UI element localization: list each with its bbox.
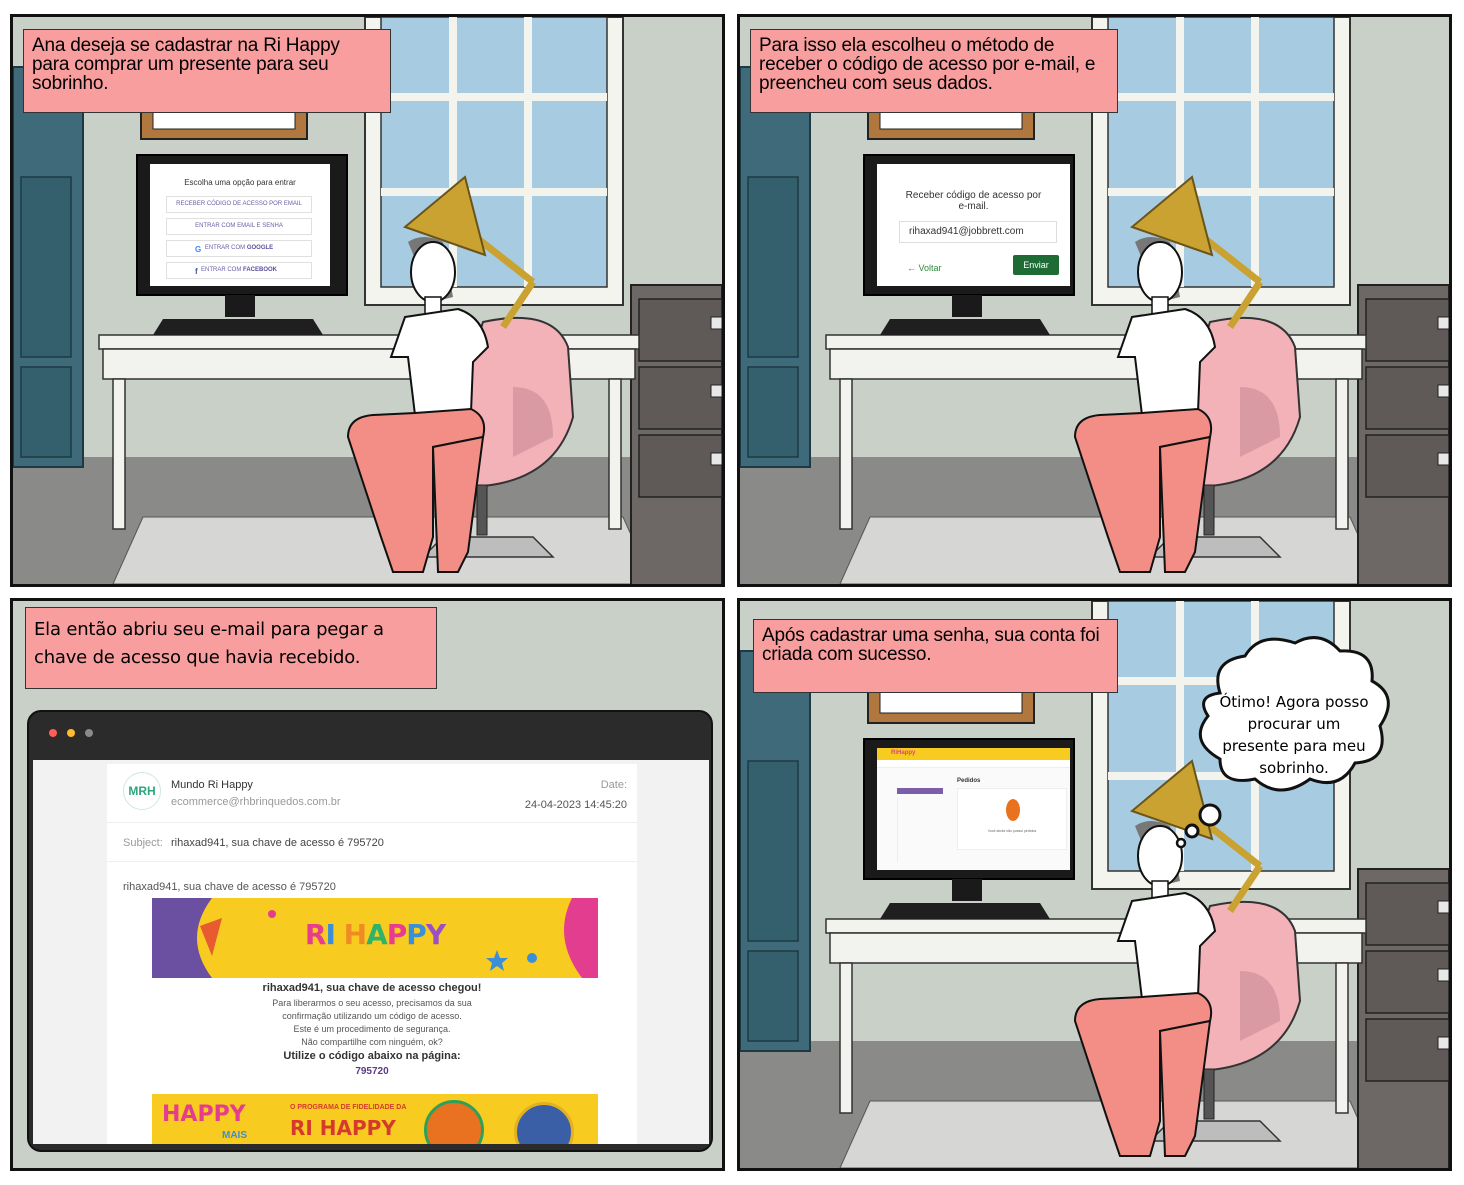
birthday-badge-icon	[514, 1102, 574, 1144]
email-code-title: Receber código de acesso por e-mail.	[905, 190, 1042, 212]
google-icon: G	[195, 245, 202, 254]
happy-mais-sub: MAIS	[222, 1130, 247, 1141]
panel-1: Escolha uma opção para entrar RECEBER CÓ…	[10, 14, 725, 587]
monitor-screen-email-code: Receber código de acesso por e-mail. rih…	[877, 164, 1070, 286]
coin-badge-icon	[424, 1100, 484, 1144]
subject-label: Subject:	[123, 837, 163, 849]
maximize-dot[interactable]	[85, 729, 93, 737]
sender-avatar: MRH	[123, 772, 161, 810]
code-heading: Utilize o código abaixo na página:	[283, 1050, 461, 1062]
subject-row: Subject: rihaxad941, sua chave de acesso…	[107, 822, 637, 862]
ri-happy-logo: RI HAPPY	[304, 918, 446, 951]
email-message: MRH Mundo Ri Happy ecommerce@rhbrinquedo…	[107, 764, 637, 1144]
email-paragraph-line: Para liberarmos o seu acesso, precisamos…	[272, 998, 472, 1008]
facebook-login-prefix: ENTRAR COM	[200, 267, 242, 273]
google-login-prefix: ENTRAR COM	[204, 245, 246, 251]
panel-4-caption: Após cadastrar uma senha, sua conta foi …	[753, 619, 1118, 693]
email-password-option-button[interactable]: ENTRAR COM EMAIL E SENHA	[166, 218, 312, 235]
email-input[interactable]: rihaxad941@jobbrett.com	[899, 221, 1057, 243]
email-window: MRH Mundo Ri Happy ecommerce@rhbrinquedo…	[27, 710, 713, 1152]
panel-4: RiHappy Pedidos Você ainda não possui pe…	[737, 598, 1452, 1171]
thought-text: Ótimo! Agora posso procurar um presente …	[1219, 693, 1369, 777]
email-heading: rihaxad941, sua chave de acesso chegou!	[262, 982, 482, 994]
google-login-button[interactable]: G ENTRAR COM GOOGLE	[166, 240, 312, 257]
google-login-strong: GOOGLE	[246, 245, 274, 251]
monitor-screen-login-options: Escolha uma opção para entrar RECEBER CÓ…	[150, 164, 330, 286]
login-options-title: Escolha uma opção para entrar	[184, 178, 296, 187]
send-button[interactable]: Enviar	[1013, 255, 1059, 275]
sender-email: ecommerce@rhbrinquedos.com.br	[171, 796, 341, 808]
loyalty-program-text: O PROGRAMA DE FIDELIDADE DA	[290, 1104, 407, 1111]
date-label: Date:	[600, 779, 627, 791]
happy-mais-logo: HAPPY	[162, 1102, 246, 1127]
email-paragraph-line: Não compartilhe com ninguém, ok?	[301, 1037, 443, 1047]
access-code: 795720	[355, 1066, 389, 1077]
email-paragraph-line: confirmação utilizando um código de aces…	[282, 1011, 462, 1021]
close-dot[interactable]	[49, 729, 57, 737]
panel-2: Receber código de acesso por e-mail. rih…	[737, 14, 1452, 587]
panel-2-caption: Para isso ela escolheu o método de receb…	[750, 29, 1118, 113]
ri-happy-banner: RI HAPPY	[152, 898, 598, 978]
facebook-icon: f	[195, 267, 198, 276]
facebook-login-button[interactable]: f ENTRAR COM FACEBOOK	[166, 262, 312, 279]
panel-3: Ela então abriu seu e-mail para pegar a …	[10, 598, 725, 1171]
panel-3-caption: Ela então abriu seu e-mail para pegar a …	[25, 607, 437, 689]
subject-value: rihaxad941, sua chave de acesso é 795720	[171, 837, 384, 849]
facebook-login-strong: FACEBOOK	[243, 267, 278, 273]
panel-1-caption: Ana deseja se cadastrar na Ri Happy para…	[23, 29, 391, 113]
happy-mais-banner: HAPPY MAIS O PROGRAMA DE FIDELIDADE DA R…	[152, 1094, 598, 1144]
email-preview-text: rihaxad941, sua chave de acesso é 795720	[123, 881, 336, 893]
email-code-option-button[interactable]: RECEBER CÓDIGO DE ACESSO POR EMAIL	[166, 196, 312, 213]
loyalty-brand-text: RI HAPPY	[290, 1116, 396, 1140]
sender-name: Mundo Ri Happy	[171, 779, 253, 791]
minimize-dot[interactable]	[67, 729, 75, 737]
date-value: 24-04-2023 14:45:20	[524, 799, 627, 811]
email-paragraph-line: Este é um procedimento de segurança.	[293, 1024, 451, 1034]
back-link[interactable]: ← Voltar	[907, 263, 942, 273]
email-viewer: MRH Mundo Ri Happy ecommerce@rhbrinquedo…	[33, 760, 709, 1144]
